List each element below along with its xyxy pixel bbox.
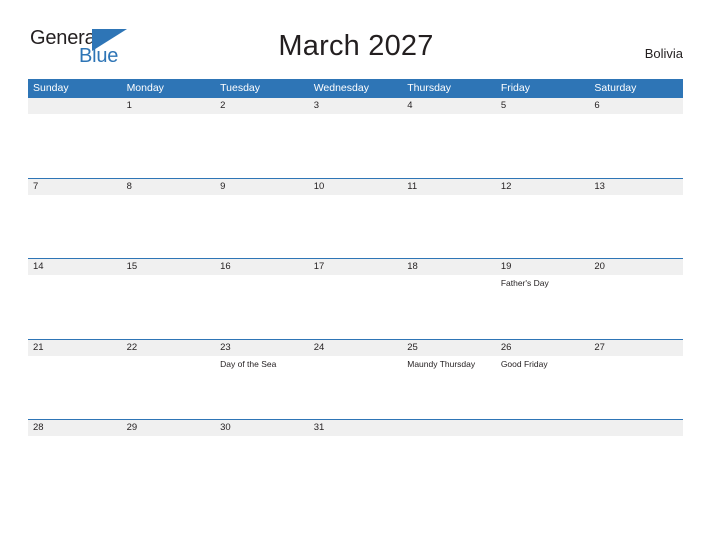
day-number[interactable]: 19 [496, 259, 590, 275]
weekday-header-saturday: Saturday [594, 82, 637, 94]
day-event[interactable] [496, 114, 590, 177]
week-day-number-band: 7 8 9 10 11 12 13 [28, 178, 683, 195]
day-event[interactable] [309, 275, 403, 338]
week-event-band [28, 194, 683, 258]
day-event[interactable] [402, 195, 496, 258]
weekday-header-tuesday: Tuesday [220, 82, 261, 94]
day-event-maundy-thursday[interactable]: Maundy Thursday [402, 356, 496, 419]
day-number[interactable]: 30 [215, 420, 309, 436]
week-day-number-band: 14 15 16 17 18 19 20 [28, 259, 683, 275]
day-event[interactable] [122, 356, 216, 419]
day-event[interactable] [496, 436, 590, 499]
week-event-band [28, 436, 683, 499]
day-event[interactable] [589, 114, 683, 177]
week-event-band [28, 114, 683, 177]
day-number[interactable]: 9 [215, 179, 309, 195]
day-event[interactable] [309, 195, 403, 258]
day-number[interactable]: 16 [215, 259, 309, 275]
day-event[interactable] [589, 356, 683, 419]
day-event[interactable] [122, 275, 216, 338]
day-event[interactable] [589, 436, 683, 499]
day-event[interactable] [28, 114, 122, 177]
day-event[interactable] [402, 436, 496, 499]
day-event[interactable] [28, 275, 122, 338]
day-event[interactable] [215, 195, 309, 258]
day-event[interactable] [122, 436, 216, 499]
day-number[interactable]: 25 [402, 340, 496, 356]
day-number[interactable]: 26 [496, 340, 590, 356]
day-number[interactable] [402, 420, 496, 436]
calendar-grid: Sunday Monday Tuesday Wednesday Thursday… [28, 79, 683, 500]
day-number[interactable]: 27 [589, 340, 683, 356]
page-header: General Blue March 2027 Bolivia [0, 0, 712, 78]
day-number[interactable]: 8 [122, 179, 216, 195]
day-event[interactable] [589, 275, 683, 338]
week-event-band: Day of the Sea Maundy Thursday Good Frid… [28, 355, 683, 419]
day-number[interactable]: 10 [309, 179, 403, 195]
day-number[interactable]: 31 [309, 420, 403, 436]
weekday-header-monday: Monday [126, 82, 164, 94]
weekday-header-friday: Friday [500, 82, 530, 94]
day-number[interactable]: 22 [122, 340, 216, 356]
day-event[interactable] [215, 114, 309, 177]
day-number[interactable]: 3 [309, 98, 403, 114]
week-row: 1 2 3 4 5 6 [28, 97, 683, 178]
week-day-number-band: 21 22 23 24 25 26 27 [28, 339, 683, 356]
page-title: March 2027 [278, 30, 434, 62]
day-event[interactable] [589, 195, 683, 258]
day-event[interactable] [402, 275, 496, 338]
day-event-fathers-day[interactable]: Father's Day [496, 275, 590, 338]
day-event-day-of-the-sea[interactable]: Day of the Sea [215, 356, 309, 419]
weekday-header-row: Sunday Monday Tuesday Wednesday Thursday… [28, 79, 683, 97]
week-row: 7 8 9 10 11 12 13 [28, 177, 683, 259]
day-number[interactable]: 12 [496, 179, 590, 195]
week-day-number-band: 28 29 30 31 [28, 420, 683, 436]
day-event[interactable] [309, 114, 403, 177]
day-event[interactable] [215, 275, 309, 338]
day-number[interactable]: 11 [402, 179, 496, 195]
day-event[interactable] [122, 195, 216, 258]
day-number[interactable]: 20 [589, 259, 683, 275]
calendar-page: General Blue March 2027 Bolivia Sunday M… [0, 0, 712, 550]
day-event[interactable] [402, 114, 496, 177]
day-event-good-friday[interactable]: Good Friday [496, 356, 590, 419]
day-number[interactable]: 18 [402, 259, 496, 275]
day-number[interactable] [496, 420, 590, 436]
week-event-band: Father's Day [28, 275, 683, 338]
day-number[interactable]: 29 [122, 420, 216, 436]
day-event[interactable] [496, 195, 590, 258]
day-event[interactable] [28, 356, 122, 419]
day-event[interactable] [309, 436, 403, 499]
locale-label: Bolivia [644, 46, 683, 61]
day-event[interactable] [122, 114, 216, 177]
day-number[interactable] [589, 420, 683, 436]
day-number[interactable]: 14 [28, 259, 122, 275]
day-number[interactable]: 28 [28, 420, 122, 436]
week-row: 14 15 16 17 18 19 20 Father's Day [28, 258, 683, 339]
day-event[interactable] [28, 436, 122, 499]
week-row: 28 29 30 31 [28, 419, 683, 500]
day-number[interactable]: 1 [122, 98, 216, 114]
day-number[interactable]: 17 [309, 259, 403, 275]
day-number[interactable]: 24 [309, 340, 403, 356]
day-number[interactable]: 6 [589, 98, 683, 114]
day-number[interactable] [28, 98, 122, 114]
week-day-number-band: 1 2 3 4 5 6 [28, 98, 683, 114]
day-number[interactable]: 7 [28, 179, 122, 195]
weekday-header-wednesday: Wednesday [313, 82, 369, 94]
week-row: 21 22 23 24 25 26 27 Day of the Sea Maun… [28, 338, 683, 420]
weekday-header-sunday: Sunday [33, 82, 69, 94]
day-number[interactable]: 21 [28, 340, 122, 356]
day-number[interactable]: 4 [402, 98, 496, 114]
weekday-header-thursday: Thursday [407, 82, 452, 94]
day-number[interactable]: 23 [215, 340, 309, 356]
day-event[interactable] [309, 356, 403, 419]
day-number[interactable]: 15 [122, 259, 216, 275]
day-number[interactable]: 13 [589, 179, 683, 195]
day-number[interactable]: 2 [215, 98, 309, 114]
day-event[interactable] [215, 436, 309, 499]
day-number[interactable]: 5 [496, 98, 590, 114]
day-event[interactable] [28, 195, 122, 258]
